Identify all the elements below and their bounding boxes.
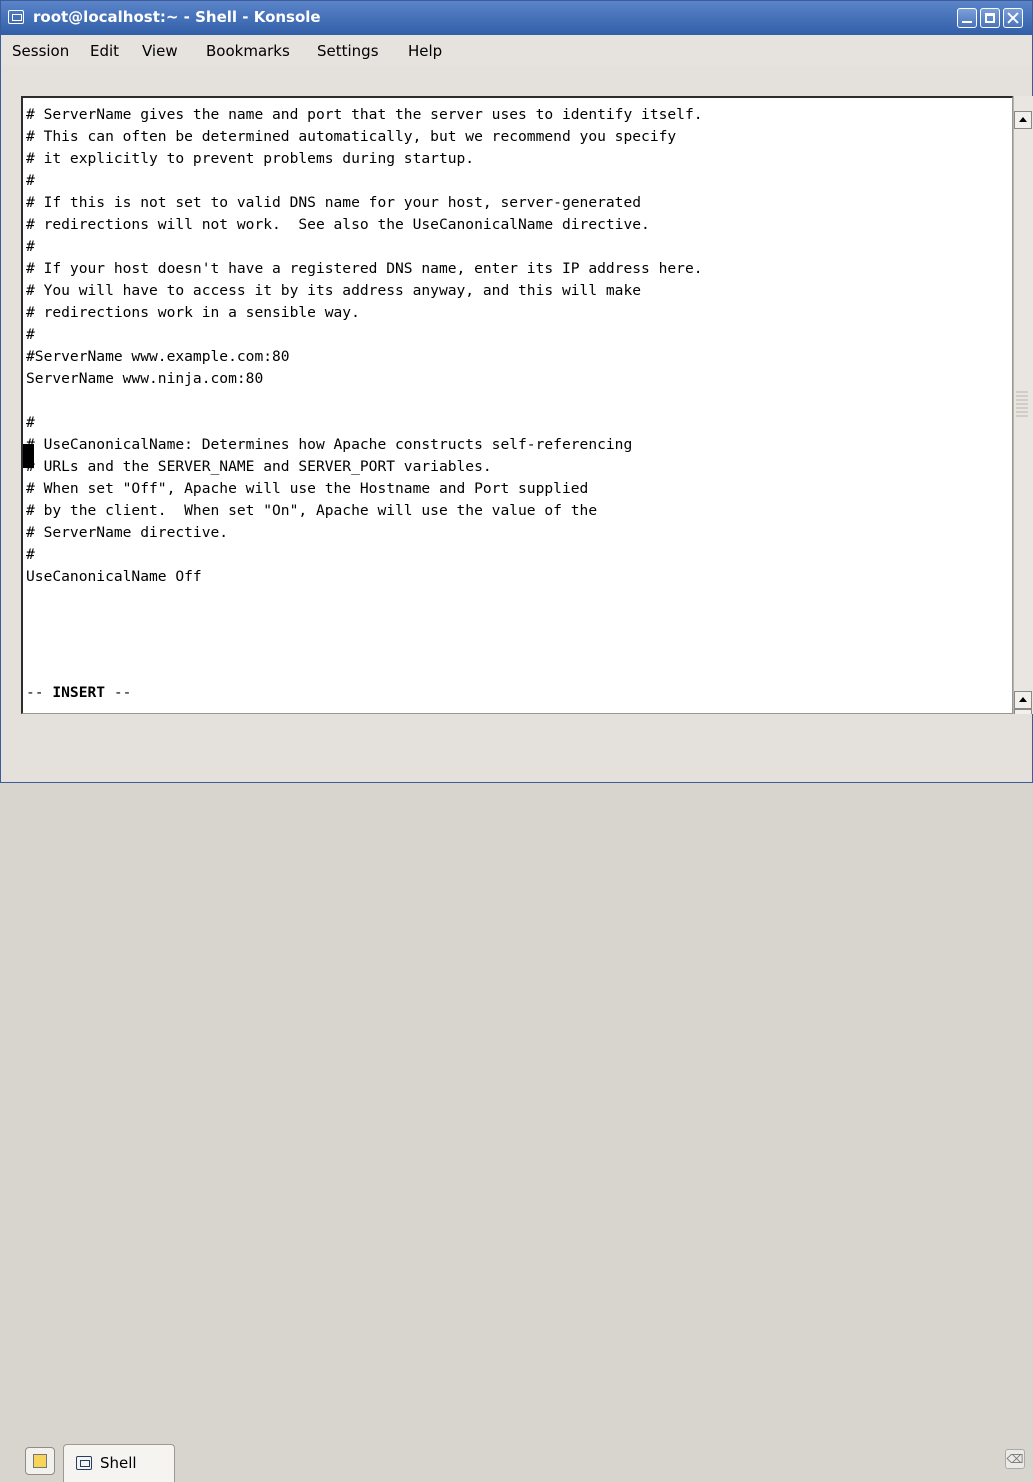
terminal-line: ServerName www.ninja.com:80	[26, 370, 264, 387]
scroll-up-small-arrow-icon[interactable]	[1014, 691, 1032, 709]
terminal-line: #	[26, 172, 35, 189]
terminal-line: # You will have to access it by its addr…	[26, 282, 642, 299]
terminal-line: # URLs and the SERVER_NAME and SERVER_PO…	[26, 458, 492, 475]
vim-mode-status: -- INSERT --	[26, 684, 132, 701]
terminal-icon	[8, 10, 24, 24]
scroll-grip[interactable]	[1016, 391, 1028, 417]
tab-shell[interactable]: Shell	[63, 1444, 175, 1482]
block-cursor	[23, 444, 34, 468]
terminal-line: # redirections work in a sensible way.	[26, 304, 360, 321]
menu-bookmarks[interactable]: Bookmarks	[206, 42, 290, 60]
terminal-line: #ServerName www.example.com:80	[26, 348, 290, 365]
menu-help[interactable]: Help	[408, 42, 442, 60]
terminal-line: # UseCanonicalName: Determines how Apach…	[26, 436, 633, 453]
terminal-line: # it explicitly to prevent problems duri…	[26, 150, 475, 167]
terminal-line: # by the client. When set "On", Apache w…	[26, 502, 598, 519]
menu-settings[interactable]: Settings	[317, 42, 379, 60]
minimize-button[interactable]	[957, 8, 977, 28]
terminal-line: #	[26, 238, 35, 255]
close-tab-button[interactable]: ⌫	[1005, 1449, 1025, 1469]
tab-bar: Shell ⌫	[1, 714, 1032, 1482]
terminal-line: # This can often be determined automatic…	[26, 128, 677, 145]
konsole-window: root@localhost:~ - Shell - Konsole Sessi…	[0, 0, 1033, 1482]
title-bar[interactable]: root@localhost:~ - Shell - Konsole	[1, 1, 1032, 35]
terminal-line: # When set "Off", Apache will use the Ho…	[26, 480, 589, 497]
terminal-area[interactable]: # ServerName gives the name and port tha…	[21, 96, 1013, 714]
terminal-line: #	[26, 546, 35, 563]
menu-edit[interactable]: Edit	[90, 42, 119, 60]
left-frame	[1, 96, 21, 714]
scroll-up-arrow-icon[interactable]	[1014, 111, 1032, 129]
terminal-line: UseCanonicalName Off	[26, 568, 202, 585]
terminal-line: # If your host doesn't have a registered…	[26, 260, 703, 277]
tab-shell-label: Shell	[100, 1454, 137, 1472]
close-button[interactable]	[1003, 8, 1023, 28]
terminal-line: # redirections will not work. See also t…	[26, 216, 650, 233]
maximize-button[interactable]	[980, 8, 1000, 28]
new-tab-button[interactable]	[25, 1447, 55, 1475]
menu-view[interactable]: View	[142, 42, 178, 60]
menu-bar: Session Edit View Bookmarks Settings Hel…	[1, 35, 1032, 65]
terminal-line: #	[26, 326, 35, 343]
window-title: root@localhost:~ - Shell - Konsole	[33, 8, 321, 26]
terminal-icon	[76, 1456, 92, 1470]
menu-session[interactable]: Session	[12, 42, 69, 60]
terminal-line: # If this is not set to valid DNS name f…	[26, 194, 642, 211]
terminal-line: #	[26, 414, 35, 431]
terminal-line: # ServerName directive.	[26, 524, 229, 541]
terminal-line: # ServerName gives the name and port tha…	[26, 106, 703, 123]
